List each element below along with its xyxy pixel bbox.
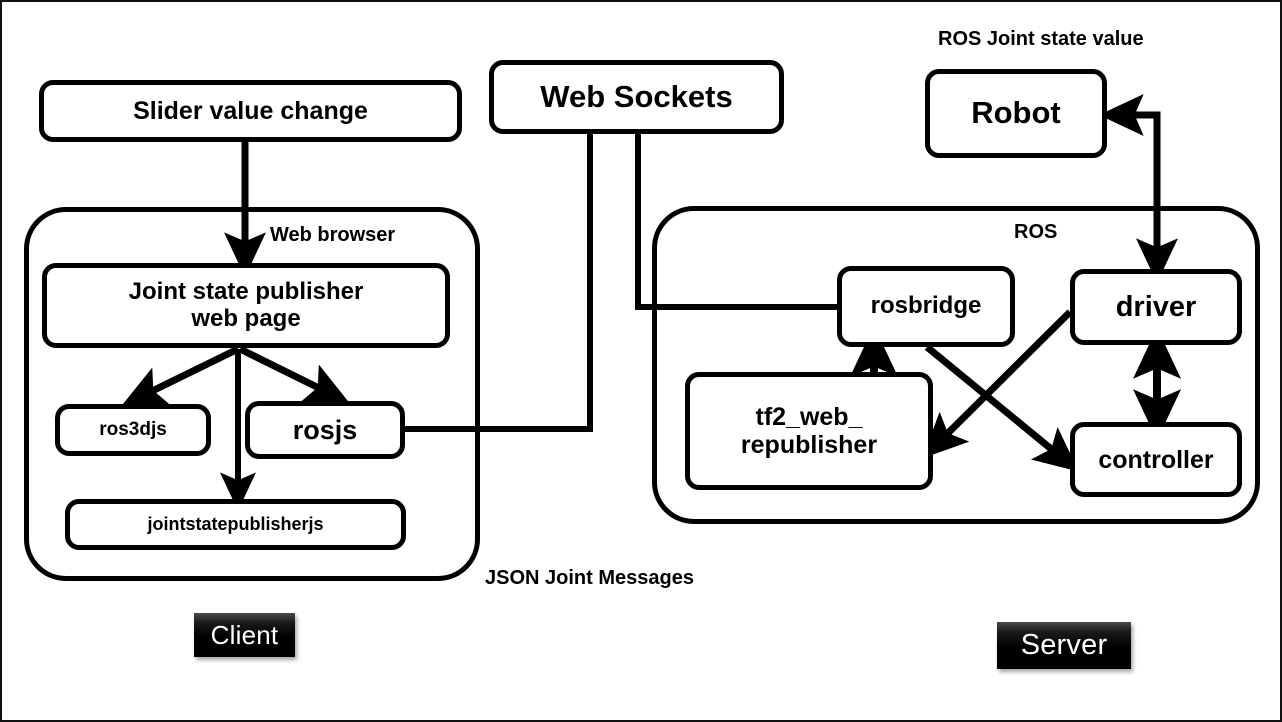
- node-driver[interactable]: driver: [1070, 269, 1242, 345]
- annotation-ros-joint-state-value: ROS Joint state value: [938, 28, 1144, 50]
- node-robot[interactable]: Robot: [925, 69, 1107, 158]
- group-label-web-browser: Web browser: [270, 224, 396, 246]
- badge-server: Server: [997, 622, 1131, 669]
- node-rosbridge[interactable]: rosbridge: [837, 266, 1015, 347]
- diagram-canvas: Web browser ROS Slider value change Web …: [0, 0, 1282, 722]
- badge-client: Client: [194, 613, 295, 657]
- node-tf2-line-1: tf2_web_: [755, 403, 863, 431]
- node-joint-state-publisher-web-page[interactable]: Joint state publisher web page: [42, 263, 450, 348]
- node-tf2-web-republisher[interactable]: tf2_web_ republisher: [685, 372, 933, 490]
- node-jsp-line-2: web page: [191, 304, 301, 332]
- node-tf2-line-2: republisher: [740, 431, 878, 459]
- node-ros3djs[interactable]: ros3djs: [55, 404, 211, 456]
- annotation-json-joint-messages: JSON Joint Messages: [485, 567, 694, 589]
- group-label-ros: ROS: [1014, 221, 1058, 243]
- node-web-sockets[interactable]: Web Sockets: [489, 60, 784, 134]
- node-jsp-line-1: Joint state publisher: [128, 277, 364, 305]
- node-rosjs[interactable]: rosjs: [245, 401, 405, 459]
- node-jointstatepublisherjs[interactable]: jointstatepublisherjs: [65, 499, 406, 550]
- node-controller[interactable]: controller: [1070, 422, 1242, 497]
- node-slider-value-change[interactable]: Slider value change: [39, 80, 462, 142]
